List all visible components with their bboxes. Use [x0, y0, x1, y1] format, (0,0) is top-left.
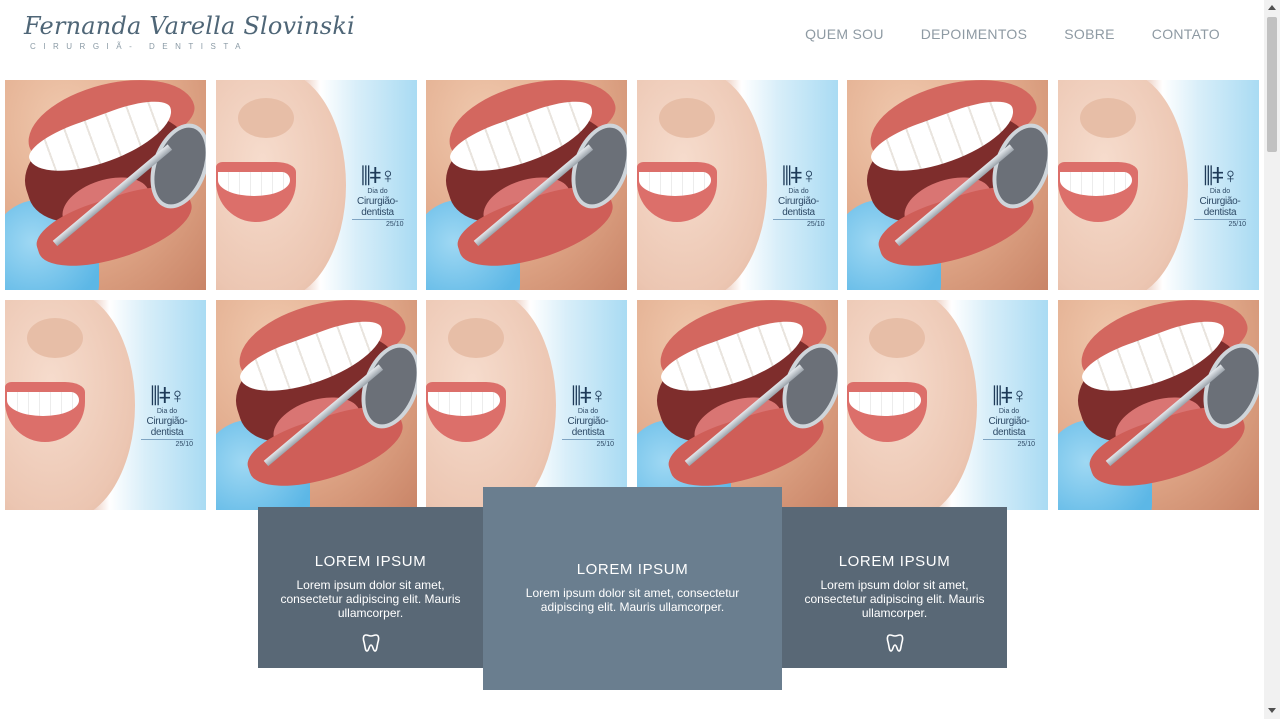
dental-tools-icon: ⫼ǂ♀	[781, 163, 817, 188]
dentist-day-badge: ⫼ǂ♀ Dia do Cirurgião-dentista 25/10	[554, 384, 622, 449]
tooth-icon	[361, 633, 381, 658]
nav-link-sobre[interactable]: SOBRE	[1064, 26, 1115, 42]
dentist-day-badge: ⫼ǂ♀ Dia do Cirurgião-dentista 25/10	[133, 384, 201, 449]
gallery-image-dentist-day[interactable]: ⫼ǂ♀ Dia do Cirurgião-dentista 25/10	[215, 80, 417, 290]
dental-tools-icon: ⫼ǂ♀	[571, 383, 606, 408]
main-nav: QUEM SOU DEPOIMENTOS SOBRE CONTATO	[768, 26, 1220, 42]
card-text: Lorem ipsum dolor sit amet, consectetur …	[280, 578, 461, 620]
dental-tools-icon: ⫼ǂ♀	[150, 383, 185, 408]
scrollbar-thumb[interactable]	[1267, 17, 1277, 152]
feature-card-2: LOREM IPSUM Lorem ipsum dolor sit amet, …	[483, 487, 782, 690]
logo-name: Fernanda Varella Slovinski	[24, 12, 355, 40]
gallery-image-smile-mirror[interactable]	[5, 80, 206, 290]
logo-subtitle: CIRURGIÃ- DENTISTA	[30, 42, 248, 51]
gallery-image-smile-mirror[interactable]	[636, 300, 838, 510]
dentist-day-badge: ⫼ǂ♀ Dia do Cirurgião-dentista 25/10	[765, 164, 833, 229]
card-text: Lorem ipsum dolor sit amet, consectetur …	[804, 578, 985, 620]
scroll-up-arrow-icon[interactable]	[1268, 5, 1276, 10]
dentist-day-badge: ⫼ǂ♀ Dia do Cirurgião-dentista 25/10	[344, 164, 412, 229]
gallery-image-smile-mirror[interactable]	[215, 300, 417, 510]
vertical-scrollbar[interactable]	[1264, 0, 1280, 719]
nav-link-contato[interactable]: CONTATO	[1152, 26, 1220, 42]
nav-link-depoimentos[interactable]: DEPOIMENTOS	[921, 26, 1028, 42]
card-title: LOREM IPSUM	[576, 561, 689, 578]
dental-tools-icon: ⫼ǂ♀	[992, 383, 1027, 408]
dental-tools-icon: ⫼ǂ♀	[360, 163, 396, 188]
feature-card-1: LOREM IPSUM Lorem ipsum dolor sit amet, …	[258, 507, 483, 668]
dental-tools-icon: ⫼ǂ♀	[1203, 163, 1238, 188]
nav-link-quem-sou[interactable]: QUEM SOU	[805, 26, 884, 42]
tooth-icon	[885, 633, 905, 658]
logo[interactable]: Fernanda Varella Slovinski CIRURGIÃ- DEN…	[24, 12, 355, 51]
gallery-image-smile-mirror[interactable]	[426, 80, 627, 290]
gallery-image-dentist-day[interactable]: ⫼ǂ♀ Dia do Cirurgião-dentista 25/10	[847, 300, 1048, 510]
gallery-image-dentist-day[interactable]: ⫼ǂ♀ Dia do Cirurgião-dentista 25/10	[1058, 80, 1259, 290]
gallery-image-dentist-day[interactable]: ⫼ǂ♀ Dia do Cirurgião-dentista 25/10	[636, 80, 838, 290]
card-title: LOREM IPSUM	[314, 553, 427, 570]
feature-card-3: LOREM IPSUM Lorem ipsum dolor sit amet, …	[782, 507, 1007, 668]
gallery-image-dentist-day[interactable]: ⫼ǂ♀ Dia do Cirurgião-dentista 25/10	[5, 300, 206, 510]
dentist-day-badge: ⫼ǂ♀ Dia do Cirurgião-dentista 25/10	[975, 384, 1043, 449]
card-text: Lorem ipsum dolor sit amet, consectetur …	[525, 586, 740, 614]
scroll-down-arrow-icon[interactable]	[1268, 708, 1276, 713]
gallery-image-smile-mirror[interactable]	[1058, 300, 1259, 510]
gallery-image-dentist-day[interactable]: ⫼ǂ♀ Dia do Cirurgião-dentista 25/10	[426, 300, 627, 510]
gallery-image-smile-mirror[interactable]	[847, 80, 1048, 290]
card-title: LOREM IPSUM	[838, 553, 951, 570]
dentist-day-badge: ⫼ǂ♀ Dia do Cirurgião-dentista 25/10	[1186, 164, 1254, 229]
